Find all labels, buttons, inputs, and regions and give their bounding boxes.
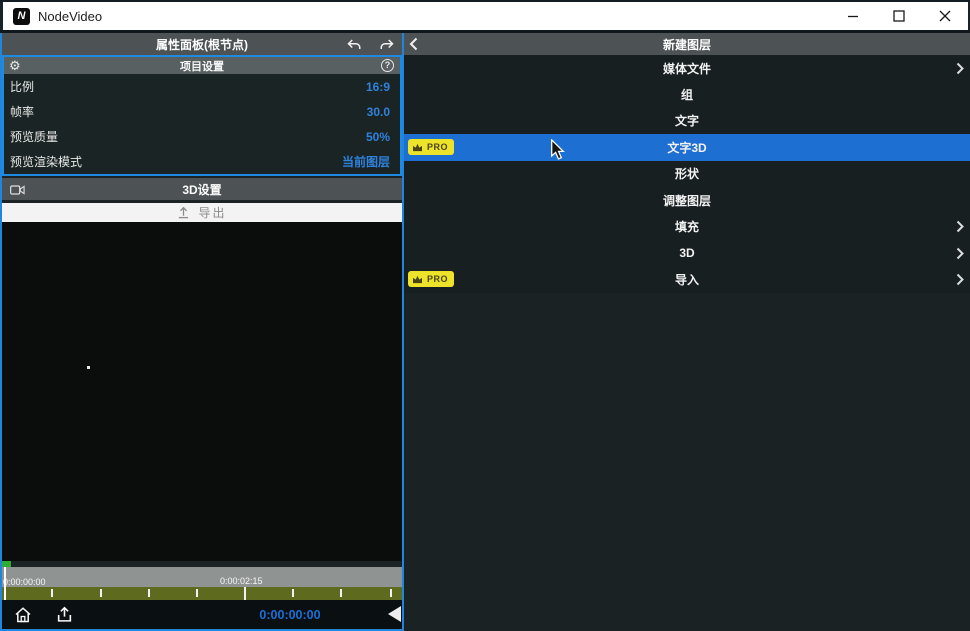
share-export-icon[interactable] [56, 606, 73, 623]
home-icon[interactable] [14, 606, 32, 624]
menu-item-3d[interactable]: 3D [404, 240, 970, 266]
maximize-button[interactable] [876, 2, 922, 30]
pro-badge-label: PRO [427, 274, 448, 284]
pro-badge: PRO [408, 139, 454, 155]
current-time-display[interactable]: 0:00:00:00 [258, 608, 322, 622]
app-window: N NodeVideo 属性面板(根节点) [0, 0, 970, 631]
setting-value[interactable]: 当前图层 [342, 153, 390, 170]
new-layer-panel: 新建图层 媒体文件组文字 PRO 文字3D 形状调整图层填充 3D PRO 导入 [404, 33, 970, 631]
setting-row-preview-render-mode: 预览渲染模式 当前图层 [4, 149, 400, 174]
properties-panel: 属性面板(根节点) ⚙ 项目设置 ? 比例16:9帧率30.0预览质量50%预览… [0, 33, 404, 631]
project-settings-title: 项目设置 [4, 58, 400, 74]
menu-item-group[interactable]: 组 [404, 81, 970, 107]
playhead-line[interactable] [4, 567, 6, 600]
menu-item-media-file[interactable]: 媒体文件 [404, 55, 970, 81]
menu-item-label: 形状 [675, 165, 699, 182]
ruler-tick [51, 589, 53, 597]
ruler-tick [390, 589, 392, 597]
redo-icon[interactable] [376, 36, 396, 52]
ruler-tick [196, 589, 198, 597]
ruler-tick [340, 589, 342, 597]
setting-row-ratio: 比例 16:9 [4, 74, 400, 99]
bottom-toolbar: 0:00:00:00 [2, 600, 402, 629]
menu-item-label: 组 [681, 86, 693, 103]
menu-item-adjustment-layer[interactable]: 调整图层 [404, 187, 970, 213]
setting-label: 预览质量 [10, 128, 58, 145]
timeline-mid-time: 0:00:02:15 [220, 576, 263, 586]
play-reverse-icon[interactable] [388, 606, 401, 622]
setting-label: 比例 [10, 78, 34, 95]
ruler-tick [100, 589, 102, 597]
setting-value[interactable]: 16:9 [366, 80, 390, 94]
close-button[interactable] [922, 2, 968, 30]
setting-row-preview-quality: 预览质量 50% [4, 124, 400, 149]
setting-label: 预览渲染模式 [10, 153, 82, 170]
menu-item-label: 文字 [675, 112, 699, 129]
project-settings-header: ⚙ 项目设置 ? [4, 57, 400, 74]
timeline-ruler[interactable] [2, 587, 402, 600]
menu-item-shape[interactable]: 形状 [404, 161, 970, 187]
menu-item-text-3d[interactable]: PRO 文字3D [404, 134, 970, 160]
project-settings-section: ⚙ 项目设置 ? 比例 16:9 帧率 30.0 预览质量 50% 预览渲染模式 当前图层 [2, 55, 402, 176]
upload-arrow-icon [177, 206, 190, 219]
preview-viewport[interactable] [2, 222, 402, 561]
timeline-start-time: 0:00:00:00 [3, 577, 46, 587]
new-layer-title: 新建图层 [663, 36, 711, 53]
timeline-scrollbar[interactable]: 0:00:00:00 0:00:02:15 [2, 567, 402, 587]
chevron-right-icon [956, 62, 964, 80]
setting-row-frame-rate: 帧率 30.0 [4, 99, 400, 124]
menu-item-label: 导入 [675, 271, 699, 288]
menu-item-fill[interactable]: 填充 [404, 213, 970, 239]
settings-3d-title: 3D设置 [182, 181, 221, 198]
ruler-tick [292, 589, 294, 597]
menu-item-text[interactable]: 文字 [404, 108, 970, 134]
setting-label: 帧率 [10, 103, 34, 120]
properties-panel-header: 属性面板(根节点) [2, 33, 402, 55]
setting-value[interactable]: 50% [366, 130, 390, 144]
minimize-button[interactable] [830, 2, 876, 30]
setting-value[interactable]: 30.0 [367, 105, 390, 119]
window-controls [830, 2, 968, 30]
title-bar: N NodeVideo [0, 2, 970, 30]
mouse-cursor [550, 139, 565, 161]
chevron-right-icon [956, 273, 964, 291]
export-button[interactable]: 导出 [2, 203, 402, 222]
ruler-tick [244, 587, 246, 600]
export-label: 导出 [198, 204, 226, 221]
app-title: NodeVideo [38, 9, 102, 24]
new-layer-menu: 媒体文件组文字 PRO 文字3D 形状调整图层填充 3D PRO 导入 [404, 55, 970, 293]
app-logo-icon: N [13, 8, 30, 25]
pro-badge-label: PRO [427, 142, 448, 152]
viewport-object-dot [87, 366, 90, 369]
chevron-right-icon [956, 247, 964, 265]
back-chevron-icon[interactable] [409, 36, 427, 52]
menu-item-label: 3D [679, 246, 694, 260]
chevron-right-icon [956, 220, 964, 238]
menu-item-label: 文字3D [667, 139, 706, 156]
gear-icon: ⚙ [9, 57, 21, 74]
help-icon[interactable]: ? [381, 59, 394, 72]
menu-item-label: 填充 [675, 218, 699, 235]
menu-item-import[interactable]: PRO 导入 [404, 266, 970, 292]
project-settings-rows: 比例 16:9 帧率 30.0 预览质量 50% 预览渲染模式 当前图层 [4, 74, 400, 174]
pro-badge: PRO [408, 271, 454, 287]
menu-item-label: 调整图层 [663, 192, 711, 209]
menu-item-label: 媒体文件 [663, 60, 711, 77]
video-camera-icon [10, 183, 25, 201]
settings-3d-section[interactable]: 3D设置 [2, 178, 402, 200]
properties-panel-title: 属性面板(根节点) [156, 36, 248, 53]
new-layer-header: 新建图层 [404, 33, 970, 55]
undo-icon[interactable] [344, 36, 364, 52]
ruler-tick [148, 589, 150, 597]
